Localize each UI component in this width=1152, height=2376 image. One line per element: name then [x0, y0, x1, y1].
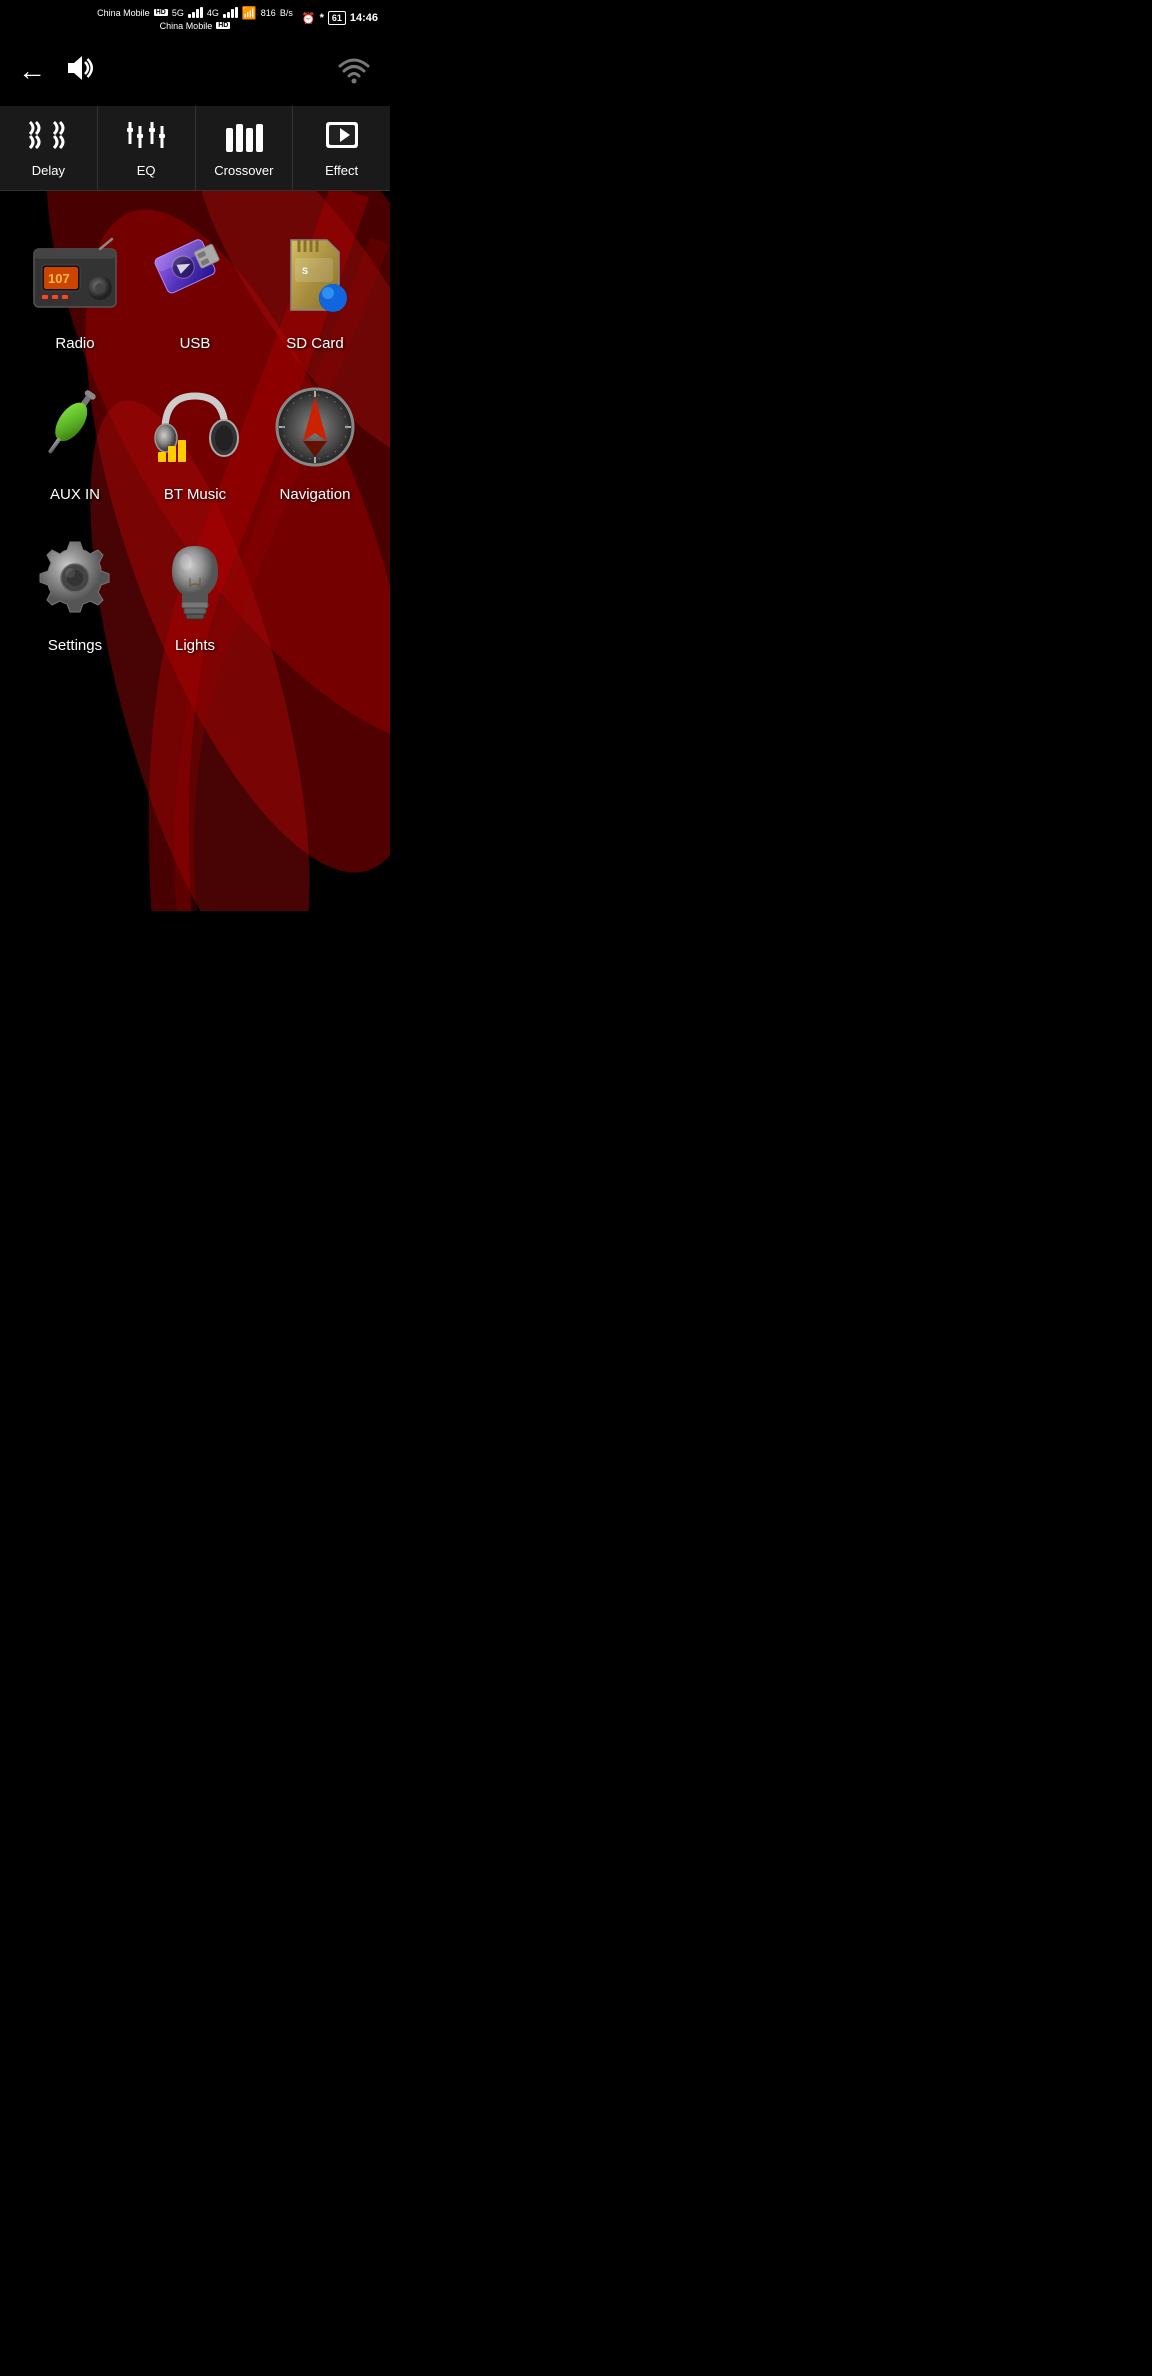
battery-percent: 61 [332, 13, 342, 23]
4g-badge: 4G [207, 8, 219, 18]
navigation-icon [273, 385, 357, 469]
speed-value: 816 [261, 8, 276, 18]
svg-text:107: 107 [48, 271, 70, 286]
usb-label: USB [180, 335, 211, 352]
app-grid: 107 Radio [0, 191, 390, 694]
sdcard-label: SD Card [286, 335, 344, 352]
tab-effect[interactable]: Effect [293, 106, 390, 190]
top-bar: ← [0, 36, 390, 106]
tab-eq-label: EQ [137, 163, 156, 178]
carrier2-name: China Mobile [160, 21, 213, 31]
navigation-icon-wrap [270, 382, 360, 472]
delay-icon [26, 118, 70, 157]
clock: 14:46 [350, 12, 378, 24]
status-right: ⏰ * 61 14:46 [302, 11, 378, 25]
signal-bars1 [188, 7, 203, 18]
app-lights[interactable]: Lights [140, 523, 250, 664]
tab-eq[interactable]: EQ [98, 106, 196, 190]
volume-button[interactable] [64, 54, 96, 89]
wifi-top-icon [336, 54, 372, 89]
btmusic-label: BT Music [164, 486, 226, 503]
app-sdcard[interactable]: S SD Card [260, 221, 370, 362]
app-settings[interactable]: Settings [20, 523, 130, 664]
app-radio[interactable]: 107 Radio [20, 221, 130, 362]
lights-label: Lights [175, 637, 215, 654]
back-button[interactable]: ← [18, 55, 46, 87]
radio-icon-wrap: 107 [30, 231, 120, 321]
tab-effect-label: Effect [325, 163, 358, 178]
signal-bars2 [223, 7, 238, 18]
app-btmusic[interactable]: BT Music [140, 372, 250, 513]
carrier-info: China Mobile HD 5G 4G 📶 816 B/s China Mo… [97, 6, 293, 31]
usb-icon [152, 236, 238, 316]
settings-icon [33, 536, 117, 620]
svg-text:S: S [302, 266, 308, 276]
settings-label: Settings [48, 637, 102, 654]
effect-icon [320, 118, 364, 157]
main-content: 107 Radio [0, 191, 390, 911]
radio-icon: 107 [30, 237, 120, 315]
navigation-label: Navigation [280, 486, 351, 503]
lights-icon-wrap [150, 533, 240, 623]
status-bar: China Mobile HD 5G 4G 📶 816 B/s China Mo… [0, 0, 390, 36]
alarm-icon: ⏰ [302, 12, 316, 25]
radio-label: Radio [55, 335, 94, 352]
auxin-label: AUX IN [50, 486, 100, 503]
app-auxin[interactable]: AUX IN [20, 372, 130, 513]
lights-icon [162, 534, 228, 622]
carrier1-name: China Mobile [97, 8, 150, 18]
wifi-icon: 📶 [242, 6, 257, 20]
app-usb[interactable]: USB [140, 221, 250, 362]
hd-badge1: HD [154, 9, 168, 16]
auxin-icon [33, 387, 117, 467]
eq-icon [124, 118, 168, 157]
sdcard-icon: S [275, 236, 355, 316]
battery-display: 61 [328, 11, 346, 25]
5g-badge: 5G [172, 8, 184, 18]
tab-bar: Delay EQ Crossover [0, 106, 390, 191]
sdcard-icon-wrap: S [270, 231, 360, 321]
tab-delay-label: Delay [32, 163, 65, 178]
btmusic-icon-wrap [150, 382, 240, 472]
settings-icon-wrap [30, 533, 120, 623]
top-left-controls: ← [18, 54, 96, 89]
app-navigation[interactable]: Navigation [260, 372, 370, 513]
tab-crossover-label: Crossover [214, 163, 273, 178]
tab-crossover[interactable]: Crossover [196, 106, 294, 190]
tab-delay[interactable]: Delay [0, 106, 98, 190]
btmusic-icon [150, 386, 240, 468]
crossover-icon [222, 118, 266, 157]
hd-badge2: HD [216, 22, 230, 29]
speed-unit: B/s [280, 8, 293, 18]
auxin-icon-wrap [30, 382, 120, 472]
bluetooth-icon: * [320, 12, 324, 24]
usb-icon-wrap [150, 231, 240, 321]
